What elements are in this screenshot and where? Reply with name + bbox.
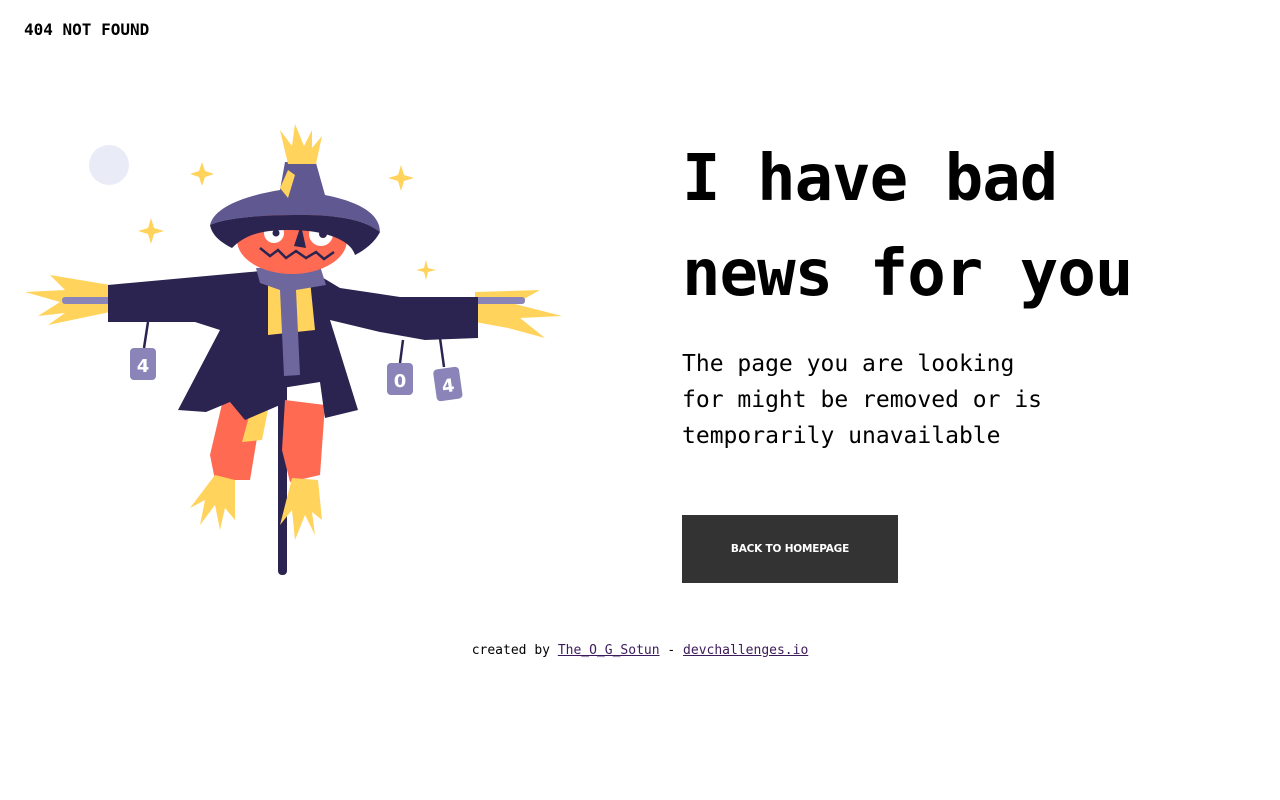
hero-section: I have bad news for you The page you are… xyxy=(682,132,1242,454)
brand-title: 404 NOT FOUND xyxy=(24,20,150,39)
page-title: I have bad news for you xyxy=(682,142,1133,311)
can-label-left: 4 xyxy=(137,356,150,377)
author-link[interactable]: The_O_G_Sotun xyxy=(558,643,660,658)
error-message: The page you are looking for might be re… xyxy=(682,351,1043,449)
left-foot-straw xyxy=(190,475,235,530)
hat-straw xyxy=(280,124,322,164)
footer: created by The_O_G_Sotun - devchallenges… xyxy=(0,643,1280,658)
devchallenges-link[interactable]: devchallenges.io xyxy=(683,643,808,658)
footer-prefix: created by xyxy=(471,643,550,658)
back-to-homepage-button[interactable]: BACK TO HOMEPAGE xyxy=(682,515,898,583)
right-arm-stick xyxy=(470,297,525,304)
right-leg xyxy=(282,400,325,482)
can-label-middle: 0 xyxy=(394,371,407,392)
moon-icon xyxy=(89,145,129,185)
scarecrow-illustration: 4 0 4 xyxy=(25,124,562,575)
footer-separator: - xyxy=(667,643,676,658)
